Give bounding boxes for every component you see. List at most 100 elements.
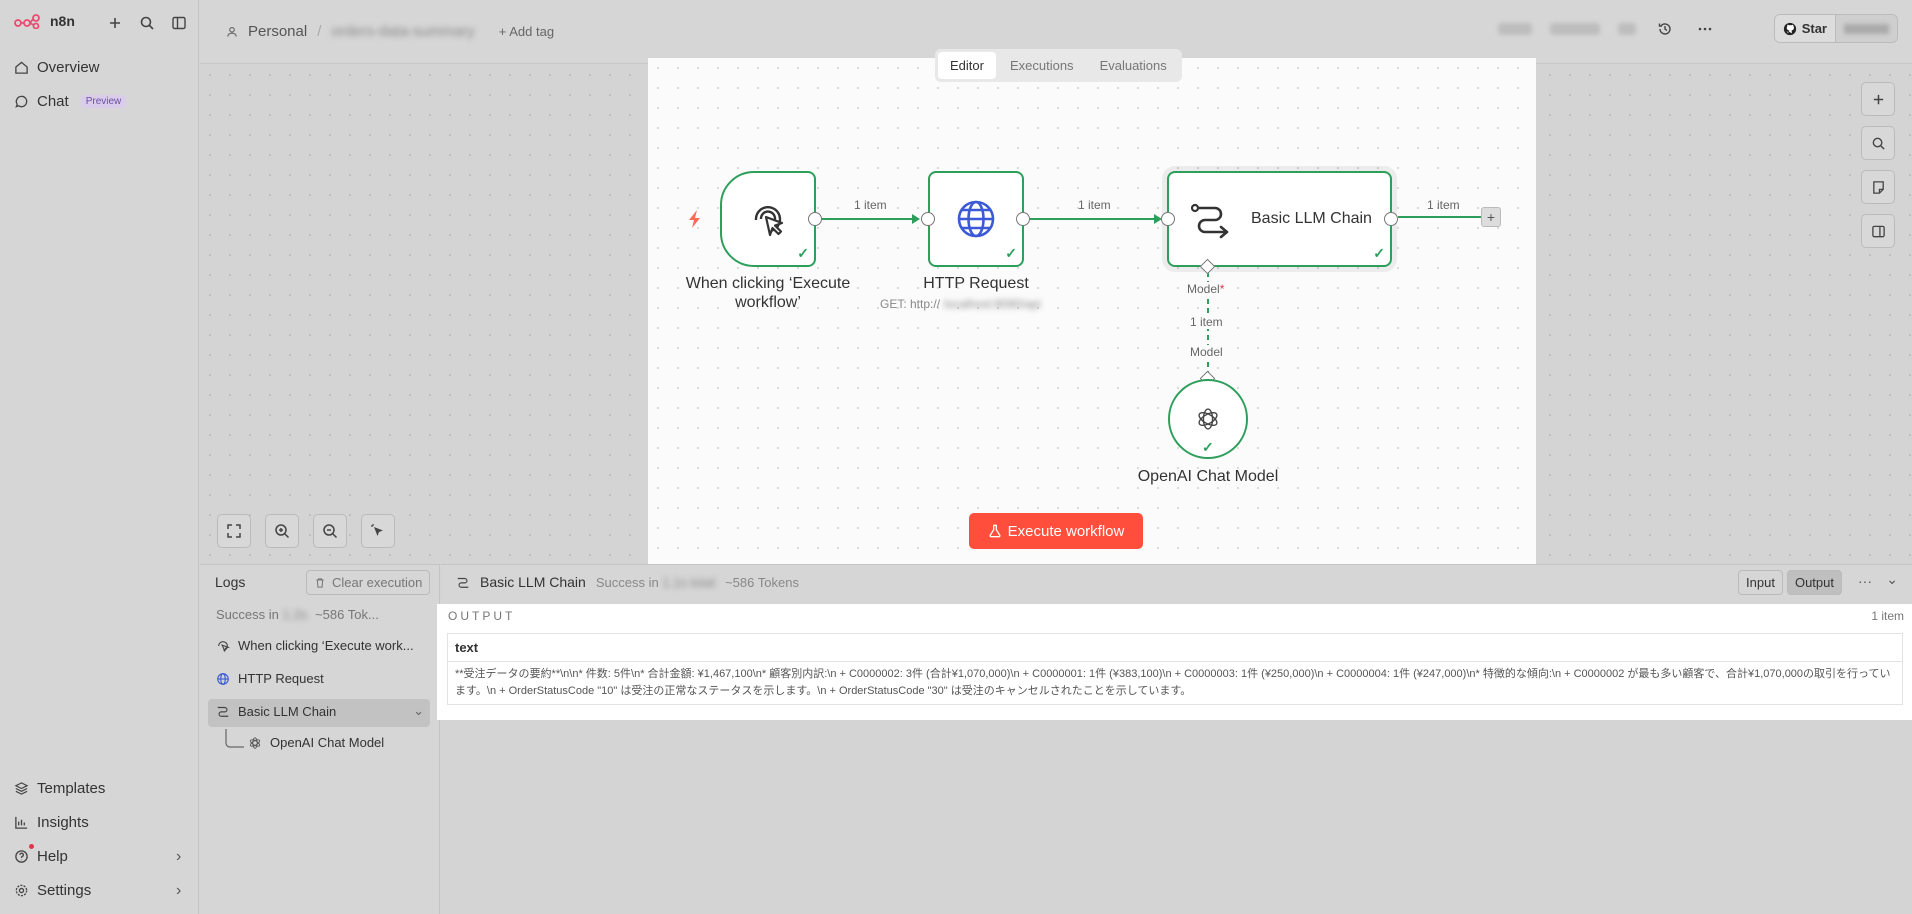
tree-connector — [225, 729, 244, 748]
openai-icon — [1198, 408, 1218, 430]
zoom-out-button[interactable] — [313, 514, 347, 548]
http-input-handle[interactable] — [921, 212, 935, 226]
status-text: Success in — [216, 607, 279, 622]
sparkle-cursor-icon — [371, 524, 383, 536]
chevron-right-icon: › — [176, 847, 182, 865]
chain-icon — [217, 706, 229, 717]
help-icon — [15, 850, 28, 863]
panel-icon — [1871, 225, 1885, 237]
more-options-icon[interactable] — [1694, 18, 1716, 40]
add-node-panel-button[interactable] — [1861, 82, 1895, 116]
sidebar-item-label: Overview — [37, 59, 100, 76]
share-button-blurred[interactable] — [1549, 22, 1600, 35]
logs-panel: Logs Clear execution Success in 1.2s ~58… — [200, 564, 440, 914]
history-icon[interactable] — [1654, 18, 1676, 40]
zoom-out-icon — [323, 524, 338, 539]
output-node-name: Basic LLM Chain — [480, 574, 586, 590]
preview-badge: Preview — [80, 95, 127, 108]
sidebar-item-help[interactable]: Help › — [14, 844, 181, 865]
sidebar-item-label: Insights — [37, 814, 89, 831]
table-cell[interactable]: **受注データの要約**\n\n* 件数: 5件\n* 合計金額: ¥1,467… — [447, 661, 1903, 705]
output-toggle-button[interactable]: Output — [1786, 570, 1842, 595]
log-item-chain[interactable]: Basic LLM Chain ⌄ — [216, 703, 424, 719]
search-icon[interactable] — [136, 12, 158, 34]
sticky-note-button[interactable] — [1861, 170, 1895, 204]
github-star-button[interactable]: Star — [1774, 15, 1835, 42]
tab-editor[interactable]: Editor — [938, 52, 996, 79]
notification-dot — [29, 844, 34, 849]
zoom-in-button[interactable] — [265, 514, 299, 548]
canvas-search-button[interactable] — [1861, 126, 1895, 160]
connection-label: 1 item — [1190, 315, 1223, 329]
n8n-logo[interactable]: n8n — [14, 13, 75, 29]
add-tag-button[interactable]: + Add tag — [499, 24, 554, 39]
save-button-blurred[interactable] — [1617, 22, 1636, 35]
log-item-trigger[interactable]: When clicking ‘Execute work... — [216, 638, 414, 653]
toggle-panel-button[interactable] — [1861, 214, 1895, 248]
add-node-button[interactable]: + — [1481, 207, 1501, 227]
sidebar-item-templates[interactable]: Templates — [14, 780, 105, 797]
openai-node-label: OpenAI Chat Model — [1137, 468, 1279, 485]
output-panel-header: Basic LLM Chain Success in 1.1s total ~5… — [441, 564, 1912, 604]
http-url-blurred: localhost:8080/api — [944, 297, 1041, 311]
add-icon[interactable] — [104, 12, 126, 34]
workflow-name[interactable]: orders-data-summary — [331, 23, 474, 40]
http-node-label: HTTP Request — [923, 275, 1029, 292]
breadcrumb-separator: / — [317, 23, 322, 40]
output-section-label: OUTPUT — [448, 609, 516, 623]
editor-tabs: Editor Executions Evaluations — [935, 49, 1182, 82]
log-item-http[interactable]: HTTP Request — [216, 671, 324, 686]
search-icon — [1872, 137, 1885, 150]
chevron-down-icon[interactable]: ⌄ — [413, 703, 424, 719]
sidebar-item-overview[interactable]: Overview — [14, 59, 100, 76]
chart-icon — [15, 816, 28, 829]
more-options-icon[interactable]: ··· — [1858, 573, 1872, 589]
github-star-widget[interactable]: Star — [1773, 14, 1898, 43]
connection-label: 1 item — [1078, 198, 1111, 212]
gear-icon — [15, 884, 28, 897]
sidebar-item-label: Help — [37, 848, 68, 865]
http-request-node[interactable]: ✓ — [928, 171, 1024, 267]
success-check-icon: ✓ — [797, 245, 809, 261]
github-star-count-blurred — [1835, 15, 1897, 42]
openai-chat-model-node[interactable]: ✓ — [1168, 379, 1248, 459]
github-icon — [1783, 22, 1796, 35]
n8n-logo-icon — [14, 14, 40, 29]
sidebar-item-settings[interactable]: Settings › — [14, 882, 181, 899]
zoom-in-icon — [275, 524, 290, 539]
basic-llm-chain-node[interactable]: Basic LLM Chain ✓ — [1167, 171, 1392, 267]
http-output-handle[interactable] — [1016, 212, 1030, 226]
model-port-label: Model* — [1187, 282, 1225, 296]
chain-input-handle[interactable] — [1161, 212, 1175, 226]
tab-executions[interactable]: Executions — [998, 52, 1086, 79]
success-check-icon: ✓ — [1202, 439, 1214, 455]
breadcrumb: Personal / orders-data-summary + Add tag — [226, 23, 554, 40]
clear-execution-button[interactable]: Clear execution — [306, 570, 431, 595]
sidebar-item-insights[interactable]: Insights — [14, 814, 89, 831]
trigger-output-handle[interactable] — [808, 212, 822, 226]
sidebar-item-chat[interactable]: Chat Preview — [14, 93, 127, 110]
chain-node-label: Basic LLM Chain — [1251, 210, 1372, 227]
sidebar-item-label: Settings — [37, 882, 92, 899]
logo-text: n8n — [50, 13, 75, 29]
output-table: text **受注データの要約**\n\n* 件数: 5件\n* 合計金額: ¥… — [447, 633, 1903, 705]
breadcrumb-owner[interactable]: Personal — [248, 23, 307, 40]
trigger-node[interactable]: ✓ — [720, 171, 816, 267]
execute-workflow-button[interactable]: Execute workflow — [969, 513, 1143, 549]
tidy-up-button[interactable] — [361, 514, 395, 548]
collapse-sidebar-icon[interactable] — [168, 12, 190, 34]
execute-button-label: Execute workflow — [1007, 522, 1125, 540]
publish-status-blurred[interactable] — [1497, 22, 1532, 35]
fit-view-button[interactable] — [217, 514, 251, 548]
empty-panel-area — [441, 720, 1912, 914]
tab-evaluations[interactable]: Evaluations — [1088, 52, 1179, 79]
output-token-count: ~586 Tokens — [725, 574, 799, 590]
chain-output-handle[interactable] — [1384, 212, 1398, 226]
input-toggle-button[interactable]: Input — [1738, 570, 1783, 595]
globe-icon — [957, 200, 995, 238]
plus-icon — [1873, 94, 1883, 104]
chevron-down-icon[interactable]: ⌄ — [1886, 571, 1898, 588]
chevron-right-icon: › — [176, 881, 182, 899]
log-item-openai[interactable]: OpenAI Chat Model — [248, 735, 384, 750]
canvas-focus-area[interactable] — [648, 58, 1536, 568]
